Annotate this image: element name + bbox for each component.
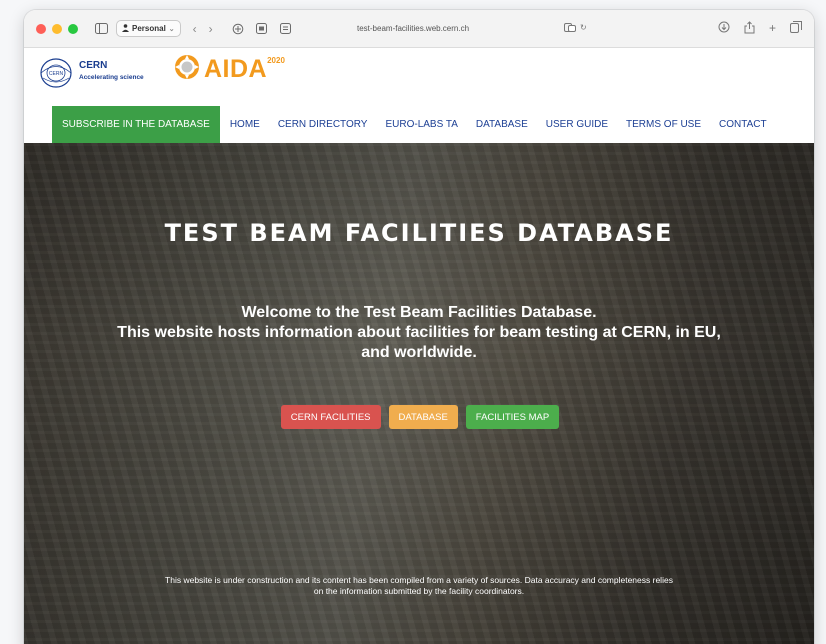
cern-logo-icon[interactable]: CERN [38,56,74,95]
window-controls [36,23,78,34]
nav-item-terms-of-use[interactable]: TERMS OF USE [617,106,710,143]
nav-item-cern-directory[interactable]: CERN DIRECTORY [269,106,377,143]
person-icon [122,23,129,34]
disclaimer-line-1: This website is under construction and i… [165,575,673,585]
browser-window: Personal ⌄ ‹ › test-beam-facilities.web.… [24,10,814,644]
profile-selector[interactable]: Personal ⌄ [116,20,181,37]
translate-icon[interactable] [564,23,576,34]
page-tools: ↻ [564,23,587,34]
extension-icon[interactable] [255,22,269,36]
chevron-down-icon: ⌄ [168,25,175,33]
reader-mode-icon[interactable] [279,22,293,36]
database-button[interactable]: DATABASE [388,405,458,429]
cern-facilities-button[interactable]: CERN FACILITIES [280,405,381,429]
aida-logo[interactable]: AIDA 2020 [174,54,285,85]
zoom-window-button[interactable] [68,23,78,34]
sidebar-toggle-icon[interactable] [94,22,108,36]
forward-arrow-icon[interactable]: › [209,22,213,36]
nav-item-home[interactable]: HOME [221,106,269,143]
privacy-shield-icon[interactable] [231,22,245,36]
reload-icon[interactable]: ↻ [580,23,587,34]
welcome-line-1: Welcome to the Test Beam Facilities Data… [241,304,597,321]
browser-toolbar: Personal ⌄ ‹ › test-beam-facilities.web.… [24,10,814,48]
site-header: CERN CERN Accelerating science AIDA 2020 [24,48,814,106]
nav-item-euro-labs-ta[interactable]: EURO-LABS TA [376,106,466,143]
aida-emblem-icon [174,54,200,85]
download-icon[interactable] [718,21,730,37]
hero-section: TEST BEAM FACILITIES DATABASE Welcome to… [24,143,814,644]
nav-item-database[interactable]: DATABASE [467,106,537,143]
back-arrow-icon[interactable]: ‹ [193,22,197,36]
new-tab-icon[interactable]: + [769,21,776,37]
toolbar-extensions [231,22,293,36]
cern-wordmark[interactable]: CERN Accelerating science [79,60,144,81]
share-icon[interactable] [744,20,755,37]
close-window-button[interactable] [36,23,46,34]
hero-buttons: CERN FACILITIES DATABASE FACILITIES MAP [26,405,814,429]
address-bar[interactable]: test-beam-facilities.web.cern.ch [357,24,469,33]
minimize-window-button[interactable] [52,23,62,34]
subscribe-button[interactable]: SUBSCRIBE IN THE DATABASE [52,106,220,143]
cern-subtitle: Accelerating science [79,74,144,81]
welcome-text: Welcome to the Test Beam Facilities Data… [24,303,814,363]
page-title: TEST BEAM FACILITIES DATABASE [164,219,674,247]
disclaimer-line-2: on the information submitted by the faci… [313,586,525,596]
cern-title: CERN [79,60,108,71]
aida-wordmark: AIDA [204,55,268,83]
tab-overview-icon[interactable] [790,20,802,37]
profile-label: Personal [132,24,166,33]
aida-year: 2020 [267,56,285,65]
svg-text:CERN: CERN [49,71,64,77]
main-navigation: SUBSCRIBE IN THE DATABASE HOME CERN DIRE… [24,106,814,143]
nav-item-contact[interactable]: CONTACT [710,106,776,143]
history-navigation: ‹ › [193,22,213,36]
disclaimer-text: This website is under construction and i… [44,575,794,597]
welcome-line-3: and worldwide. [361,344,477,361]
facilities-map-button[interactable]: FACILITIES MAP [465,405,560,429]
toolbar-right: + [718,20,802,37]
nav-item-user-guide[interactable]: USER GUIDE [537,106,617,143]
welcome-line-2: This website hosts information about fac… [117,324,721,341]
